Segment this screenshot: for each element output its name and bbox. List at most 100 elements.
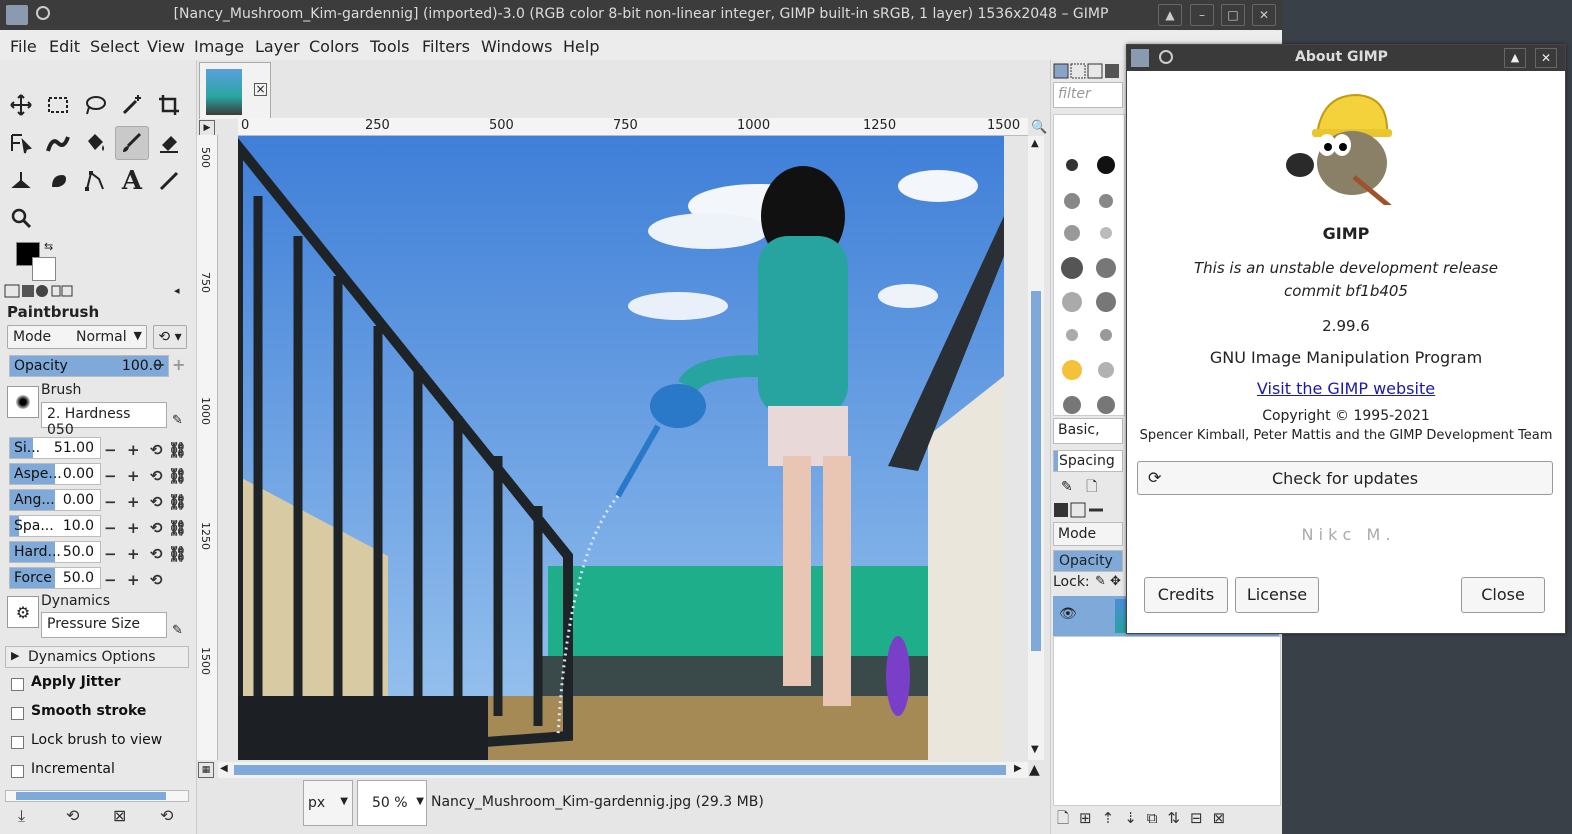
swap-colors-icon[interactable]: ⇆ <box>44 240 53 253</box>
layer-opacity-slider[interactable]: Opacity <box>1053 550 1123 572</box>
mode-select[interactable]: Mode Normal ▼ <box>7 325 147 349</box>
toolbox-bottom-buttons[interactable]: ⤓ ⟲ ⊠ ⟲ <box>18 806 188 828</box>
reset-preset-icon[interactable]: ⟲ <box>160 806 173 825</box>
force-buttons[interactable]: − + ⟲ <box>104 567 190 593</box>
opacity-decrease-button[interactable]: − <box>152 355 165 374</box>
crop-tool-icon[interactable] <box>152 88 186 122</box>
move-tool-icon[interactable] <box>4 88 38 122</box>
lasso-tool-icon[interactable] <box>78 88 112 122</box>
save-preset-icon[interactable]: ⤓ <box>18 806 25 826</box>
brush-edit-icon[interactable]: ✎ <box>172 413 183 428</box>
zoom-tool-icon[interactable] <box>4 201 38 235</box>
menu-view[interactable]: View <box>147 37 185 56</box>
hardness-slider[interactable]: Hard... 50.0 <box>9 541 101 563</box>
horizontal-scroll-thumb[interactable] <box>234 765 1006 775</box>
brush-name-field[interactable]: 2. Hardness 050 <box>41 402 167 438</box>
horizontal-scrollbar[interactable]: ◀ ▶ <box>218 762 1028 778</box>
warp-tool-icon[interactable] <box>41 126 75 160</box>
window-titlebar[interactable]: [Nancy_Mushroom_Kim-gardennig] (imported… <box>0 0 1282 30</box>
unit-select[interactable]: px ▼ <box>303 780 353 826</box>
color-picker-tool-icon[interactable] <box>152 164 186 198</box>
brush-set-field[interactable]: Basic, <box>1053 418 1123 444</box>
menu-select[interactable]: Select <box>90 37 139 56</box>
opacity-slider[interactable]: Opacity 100.0 <box>9 355 169 377</box>
about-website-link[interactable]: Visit the GIMP website <box>1127 379 1565 398</box>
keep-above-icon[interactable]: ▲ <box>1504 48 1526 68</box>
brush-filter-input[interactable]: filter <box>1053 82 1123 108</box>
size-buttons[interactable]: − + ⟲ ⛓ <box>104 437 190 463</box>
angle-slider[interactable]: Ang... 0.00 <box>9 489 101 511</box>
restore-preset-icon[interactable]: ⟲ <box>66 806 79 825</box>
slider-buttons-column[interactable]: − + ⟲ ⛓ − + ⟲ ⛓ − + ⟲ ⛓ − + ⟲ ⛓ − + ⟲ ⛓ … <box>104 437 190 589</box>
smudge-tool-icon[interactable] <box>41 164 75 198</box>
brush-preview[interactable] <box>7 386 39 418</box>
menu-layer[interactable]: Layer <box>255 37 300 56</box>
vertical-scroll-thumb[interactable] <box>1031 291 1041 651</box>
scroll-down-icon[interactable]: ▼ <box>1031 744 1039 755</box>
close-icon[interactable]: ✕ <box>1535 48 1557 68</box>
quick-mask-icon[interactable]: ▶ <box>199 120 215 136</box>
scroll-right-icon[interactable]: ▶ <box>1014 763 1022 774</box>
size-slider[interactable]: Si... 51.00 <box>9 437 101 459</box>
dynamics-preview[interactable]: ⚙ <box>7 596 39 628</box>
menu-file[interactable]: File <box>10 37 37 56</box>
aspect-slider[interactable]: Aspe... 0.00 <box>9 463 101 485</box>
hardness-buttons[interactable]: − + ⟲ ⛓ <box>104 541 190 567</box>
tool-options-tabs[interactable] <box>4 283 74 299</box>
maximize-icon[interactable]: □ <box>1221 4 1245 26</box>
delete-preset-icon[interactable]: ⊠ <box>113 806 126 825</box>
layers-bottom-buttons[interactable]: 🗋⊞⇡⇣⧉⇅⊟⊠ <box>1057 808 1277 828</box>
keep-above-icon[interactable]: ▲ <box>1158 4 1182 26</box>
incremental-checkbox[interactable] <box>11 765 24 778</box>
spacing-slider[interactable]: Spa... 10.0 <box>9 515 101 537</box>
brush-grid[interactable] <box>1053 114 1125 416</box>
angle-buttons[interactable]: − + ⟲ ⛓ <box>104 489 190 515</box>
opacity-increase-button[interactable]: + <box>172 355 185 374</box>
smooth-stroke-checkbox[interactable] <box>11 707 24 720</box>
rect-select-tool-icon[interactable] <box>41 88 75 122</box>
toolbox-scrollbar[interactable] <box>5 790 189 802</box>
brush-spacing-slider[interactable]: Spacing <box>1053 450 1123 472</box>
menu-help[interactable]: Help <box>563 37 599 56</box>
apply-jitter-checkbox[interactable] <box>11 678 24 691</box>
paintbrush-tool-icon[interactable] <box>115 126 149 160</box>
dynamics-edit-icon[interactable]: ✎ <box>172 623 183 638</box>
fuzzy-select-tool-icon[interactable] <box>115 88 149 122</box>
image-tab[interactable]: × <box>199 62 271 119</box>
eye-icon[interactable]: 👁 <box>1059 606 1077 622</box>
brush-actions[interactable]: ✎ 🗋 <box>1061 476 1097 500</box>
spacing-buttons[interactable]: − + ⟲ ⛓ <box>104 515 190 541</box>
unified-transform-tool-icon[interactable] <box>4 126 38 160</box>
scroll-left-icon[interactable]: ◀ <box>220 763 228 774</box>
license-button[interactable]: License <box>1235 577 1319 613</box>
dynamics-options-expander[interactable]: ▶ Dynamics Options <box>5 646 189 668</box>
credits-button[interactable]: Credits <box>1144 577 1228 613</box>
background-color-swatch[interactable] <box>32 257 56 281</box>
paths-tool-icon[interactable] <box>78 164 112 198</box>
zoom-fit-icon[interactable]: 🔍 <box>1031 120 1047 135</box>
clone-tool-icon[interactable] <box>4 164 38 198</box>
check-updates-button[interactable]: ⟳ Check for updates <box>1137 461 1553 495</box>
lock-pixels-icon[interactable]: ✎ ✥ <box>1095 574 1121 589</box>
image-canvas[interactable] <box>238 136 1004 760</box>
navigate-icon[interactable]: ▦ <box>198 762 214 778</box>
scrollbar-thumb[interactable] <box>16 792 166 800</box>
menu-colors[interactable]: Colors <box>309 37 359 56</box>
tool-options-menu-icon[interactable]: ◂ <box>174 284 180 297</box>
menu-windows[interactable]: Windows <box>481 37 552 56</box>
zoom-on-resize-icon[interactable]: ▲ <box>1029 762 1040 778</box>
zoom-select[interactable]: 50 % ▼ <box>357 780 427 826</box>
aspect-buttons[interactable]: − + ⟲ ⛓ <box>104 463 190 489</box>
force-slider[interactable]: Force 50.0 <box>9 567 101 589</box>
bucket-fill-tool-icon[interactable] <box>78 126 112 160</box>
dynamics-name-field[interactable]: Pressure Size <box>41 612 167 638</box>
dock-tabs[interactable] <box>1053 62 1125 80</box>
menu-edit[interactable]: Edit <box>49 37 80 56</box>
close-button[interactable]: Close <box>1461 577 1545 613</box>
text-tool-icon[interactable]: A <box>115 164 149 198</box>
close-tab-icon[interactable]: × <box>254 83 267 96</box>
minimize-icon[interactable]: – <box>1190 4 1214 26</box>
close-icon[interactable]: ✕ <box>1252 4 1276 26</box>
vertical-scrollbar[interactable]: ▲ ▼ <box>1028 136 1044 760</box>
window-menu-icon[interactable] <box>1159 50 1173 64</box>
